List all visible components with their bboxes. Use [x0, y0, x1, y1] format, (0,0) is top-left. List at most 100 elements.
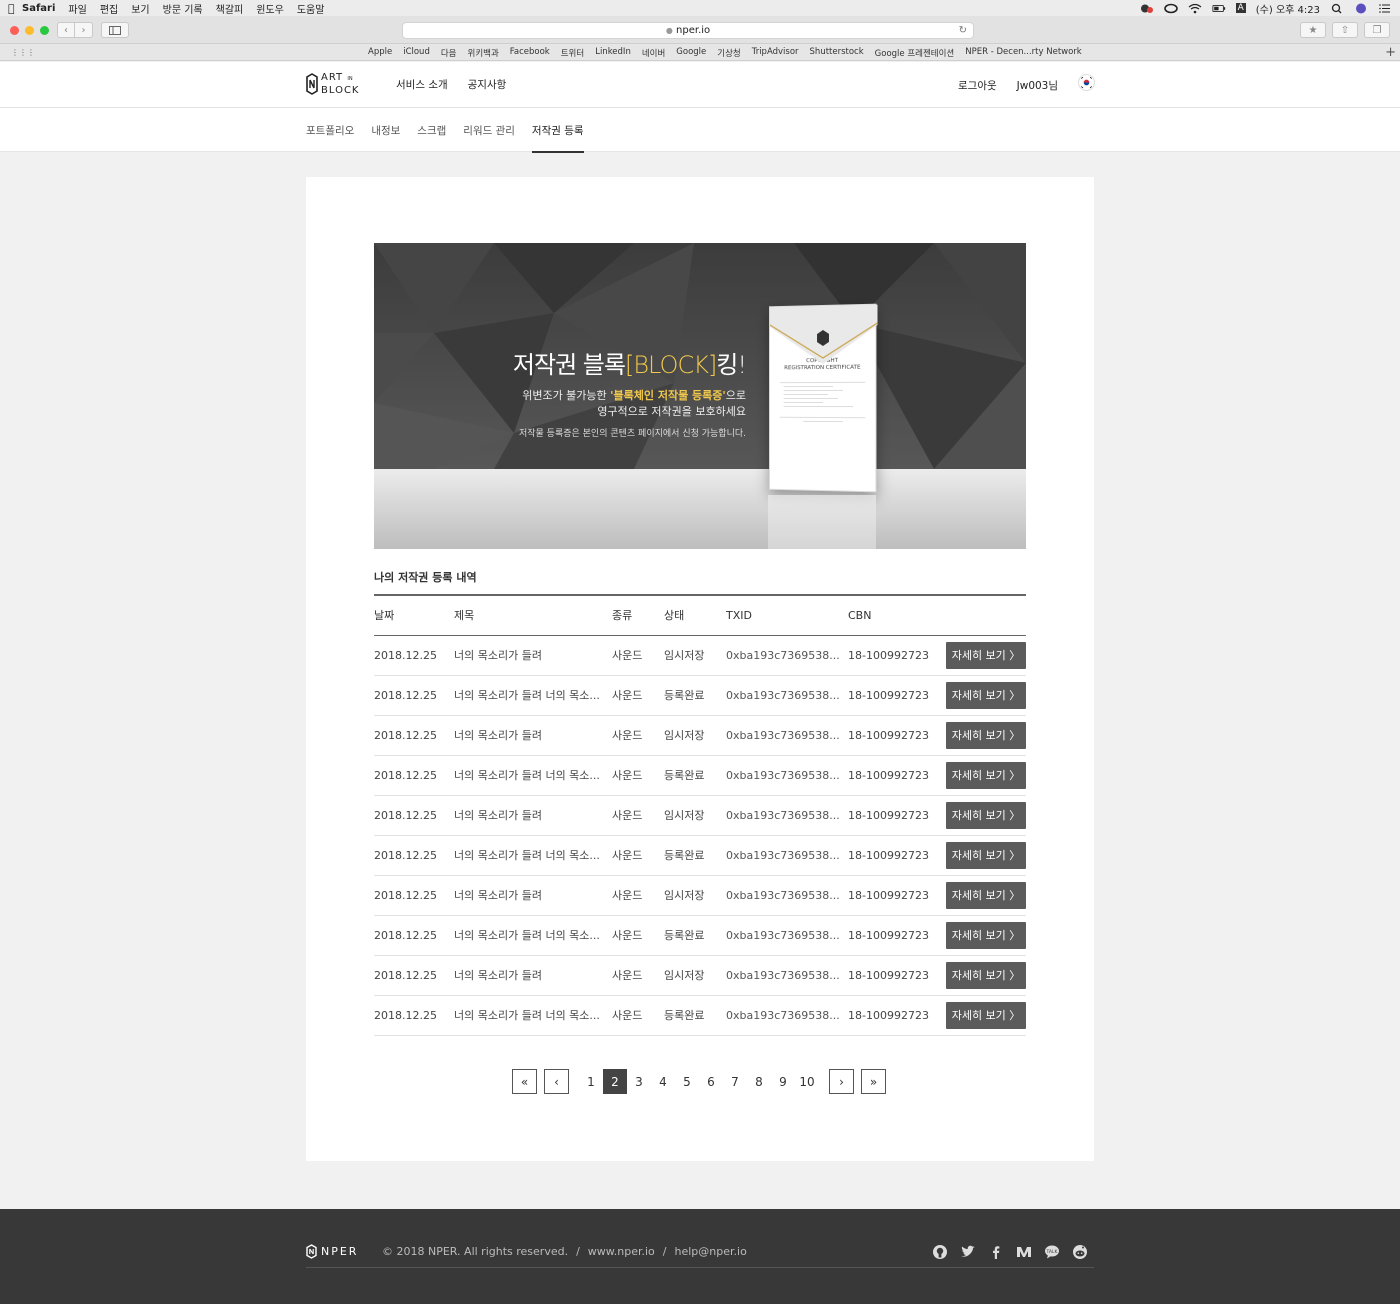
cell-txid: 0xba193c7369538...: [726, 635, 848, 676]
zoom-window-button[interactable]: [40, 26, 49, 35]
page-number-button[interactable]: 2: [603, 1069, 627, 1094]
bookmark-item[interactable]: Google 프레젠테이션: [875, 47, 955, 59]
bookmark-item[interactable]: TripAdvisor: [752, 47, 799, 59]
view-details-button[interactable]: 자세히 보기 〉: [946, 1001, 1026, 1029]
menu-bookmarks[interactable]: 책갈피: [216, 1, 244, 16]
bookmark-item[interactable]: LinkedIn: [595, 47, 631, 59]
page-number-button[interactable]: 8: [747, 1069, 771, 1094]
page-number-button[interactable]: 1: [579, 1069, 603, 1094]
menu-view[interactable]: 보기: [131, 1, 149, 16]
close-window-button[interactable]: [10, 26, 19, 35]
page-number-button[interactable]: 5: [675, 1069, 699, 1094]
cell-title[interactable]: 너의 목소리가 들려: [454, 715, 612, 756]
prev-page-button[interactable]: ‹: [544, 1069, 569, 1094]
view-details-button[interactable]: 자세히 보기 〉: [946, 881, 1026, 909]
view-details-button[interactable]: 자세히 보기 〉: [946, 921, 1026, 949]
bookmark-item[interactable]: 다음: [441, 47, 457, 59]
last-page-button[interactable]: »: [861, 1069, 886, 1094]
cell-title[interactable]: 너의 목소리가 들려 너의 목소...: [454, 755, 612, 796]
menu-history[interactable]: 방문 기록: [163, 1, 203, 16]
page-number-button[interactable]: 6: [699, 1069, 723, 1094]
logout-link[interactable]: 로그아웃: [958, 78, 997, 93]
tab-reward-management[interactable]: 리워드 관리: [463, 123, 515, 153]
reader-extension-button[interactable]: ★: [1300, 22, 1326, 38]
view-details-button[interactable]: 자세히 보기 〉: [946, 841, 1026, 869]
bookmark-item[interactable]: Apple: [368, 47, 392, 59]
cell-title[interactable]: 너의 목소리가 들려: [454, 955, 612, 996]
reddit-icon[interactable]: [1072, 1244, 1088, 1260]
page-number-button[interactable]: 9: [771, 1069, 795, 1094]
footer-email-link[interactable]: help@nper.io: [675, 1245, 747, 1258]
tab-copyright-registration[interactable]: 저작권 등록: [531, 123, 584, 153]
cell-title[interactable]: 너의 목소리가 들려 너의 목소...: [454, 835, 612, 876]
wifi-icon[interactable]: [1188, 3, 1202, 14]
view-details-button[interactable]: 자세히 보기 〉: [946, 721, 1026, 749]
view-details-button[interactable]: 자세히 보기 〉: [946, 641, 1026, 669]
bookmark-item[interactable]: NPER - Decen...rty Network: [965, 47, 1081, 59]
bookmark-item[interactable]: iCloud: [403, 47, 430, 59]
sidebar-toggle-button[interactable]: [101, 22, 129, 38]
nav-service-intro[interactable]: 서비스 소개: [396, 77, 448, 92]
medium-icon[interactable]: [1016, 1244, 1032, 1260]
bookmark-item[interactable]: Google: [676, 47, 706, 59]
reload-icon[interactable]: ↻: [959, 23, 967, 38]
footer-website-link[interactable]: www.nper.io: [588, 1245, 655, 1258]
apple-menu-icon[interactable]: : [8, 2, 22, 15]
twitter-icon[interactable]: [960, 1244, 976, 1260]
view-details-button[interactable]: 자세히 보기 〉: [946, 681, 1026, 709]
github-icon[interactable]: [932, 1244, 948, 1260]
minimize-window-button[interactable]: [25, 26, 34, 35]
tab-portfolio[interactable]: 포트폴리오: [306, 123, 354, 153]
nper-footer-logo[interactable]: NPER: [306, 1244, 358, 1259]
korea-flag-icon[interactable]: [1078, 74, 1096, 91]
spotlight-search-icon[interactable]: [1330, 3, 1344, 14]
view-details-button[interactable]: 자세히 보기 〉: [946, 801, 1026, 829]
address-bar[interactable]: ● nper.io ↻: [402, 22, 974, 39]
back-button[interactable]: ‹: [57, 22, 75, 38]
forward-button[interactable]: ›: [75, 22, 93, 38]
first-page-button[interactable]: «: [512, 1069, 537, 1094]
cell-title[interactable]: 너의 목소리가 들려 너의 목소...: [454, 915, 612, 956]
view-details-button[interactable]: 자세히 보기 〉: [946, 961, 1026, 989]
tabs-overview-button[interactable]: ❐: [1364, 22, 1390, 38]
page-number-button[interactable]: 3: [627, 1069, 651, 1094]
username-link[interactable]: Jw003님: [1017, 78, 1058, 93]
bookmark-item[interactable]: 트위터: [561, 47, 584, 59]
page-number-button[interactable]: 7: [723, 1069, 747, 1094]
notification-center-icon[interactable]: [1378, 3, 1392, 14]
menu-window[interactable]: 윈도우: [256, 1, 284, 16]
menu-edit[interactable]: 편집: [100, 1, 118, 16]
nav-notice[interactable]: 공지사항: [468, 77, 507, 92]
view-details-button[interactable]: 자세히 보기 〉: [946, 761, 1026, 789]
menu-app-name[interactable]: Safari: [22, 3, 55, 14]
bookmark-item[interactable]: Shutterstock: [810, 47, 864, 59]
share-button[interactable]: ⇧: [1332, 22, 1358, 38]
menu-help[interactable]: 도움말: [297, 1, 325, 16]
cell-title[interactable]: 너의 목소리가 들려 너의 목소...: [454, 995, 612, 1036]
cell-title[interactable]: 너의 목소리가 들려: [454, 795, 612, 836]
cell-title[interactable]: 너의 목소리가 들려: [454, 635, 612, 676]
cell-title[interactable]: 너의 목소리가 들려 너의 목소...: [454, 675, 612, 716]
page-number-button[interactable]: 4: [651, 1069, 675, 1094]
record-status-icon[interactable]: [1140, 3, 1154, 14]
cell-title[interactable]: 너의 목소리가 들려: [454, 875, 612, 916]
grid-icon[interactable]: ⋮⋮⋮: [11, 48, 35, 57]
kakaotalk-icon[interactable]: TALK: [1044, 1244, 1060, 1260]
siri-icon[interactable]: [1354, 3, 1368, 14]
input-source-indicator[interactable]: A: [1235, 3, 1246, 13]
bookmark-item[interactable]: 위키백과: [468, 47, 499, 59]
bookmark-item[interactable]: 기상청: [717, 47, 740, 59]
bookmark-item[interactable]: Facebook: [510, 47, 550, 59]
page-number-button[interactable]: 10: [795, 1069, 819, 1094]
facebook-icon[interactable]: [988, 1244, 1004, 1260]
tab-scrap[interactable]: 스크랩: [417, 123, 446, 153]
menu-file[interactable]: 파일: [68, 1, 86, 16]
tab-my-info[interactable]: 내정보: [371, 123, 400, 153]
next-page-button[interactable]: ›: [829, 1069, 854, 1094]
menubar-clock[interactable]: (수) 오후 4:23: [1256, 1, 1320, 16]
creative-cloud-icon[interactable]: [1163, 3, 1178, 14]
new-tab-plus-icon[interactable]: +: [1385, 45, 1396, 60]
battery-icon[interactable]: [1212, 3, 1226, 14]
artinblock-logo[interactable]: ART IN BLOCK: [306, 72, 360, 96]
bookmark-item[interactable]: 네이버: [642, 47, 665, 59]
